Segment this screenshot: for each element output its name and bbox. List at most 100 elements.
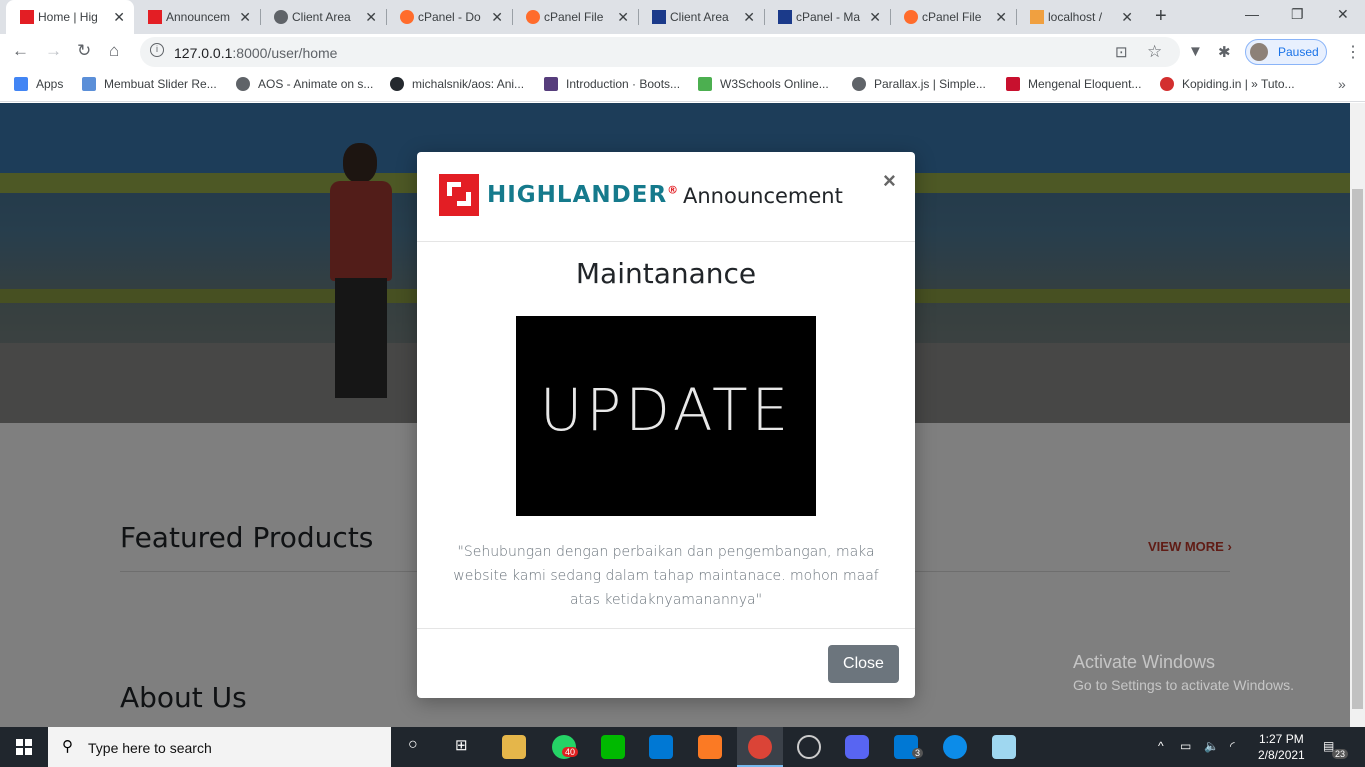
highlander-logo-icon <box>439 174 479 216</box>
battery-icon[interactable]: ▭ <box>1180 739 1191 753</box>
tab-label: Home | Hig <box>38 10 98 24</box>
edge-icon[interactable] <box>943 735 967 759</box>
bookmark-item[interactable]: Membuat Slider Re... <box>82 77 217 91</box>
mail-badge: 3 <box>912 748 924 758</box>
vscode-icon[interactable] <box>649 735 673 759</box>
app-icon[interactable] <box>992 735 1016 759</box>
close-tab-icon[interactable]: ✕ <box>491 9 503 26</box>
bookmark-star-icon[interactable]: ☆ <box>1147 42 1162 62</box>
modal-message: "Sehubungan dengan perbaikan dan pengemb… <box>453 544 879 608</box>
tab-label: cPanel - Do <box>418 10 481 24</box>
bookmark-label: Introduction · Boots... <box>566 77 681 91</box>
info-icon[interactable]: i <box>150 43 164 57</box>
bookmark-label: W3Schools Online... <box>720 77 829 91</box>
new-tab-icon[interactable]: + <box>1155 5 1167 28</box>
close-tab-icon[interactable]: ✕ <box>1121 9 1133 26</box>
globe-icon <box>274 10 288 24</box>
clock[interactable]: 1:27 PM 2/8/2021 <box>1258 731 1305 763</box>
bookmark-item[interactable]: W3Schools Online... <box>698 77 829 91</box>
brand-text: HIGHLANDER <box>487 182 668 208</box>
bookmark-icon <box>1006 77 1020 91</box>
image-text: UPDATE <box>539 376 793 444</box>
announcement-image: UPDATE <box>516 316 816 516</box>
menu-icon[interactable]: ⋮ <box>1345 42 1361 62</box>
bookmark-apps[interactable]: Apps <box>14 77 63 91</box>
tab-cpanel-file-2[interactable]: cPanel File ✕ <box>890 0 1016 34</box>
tab-announcement[interactable]: Announcem ✕ <box>134 0 260 34</box>
wifi-icon[interactable]: ◜ <box>1230 739 1235 753</box>
search-placeholder: Type here to search <box>88 740 212 756</box>
scrollbar-thumb[interactable] <box>1352 189 1363 709</box>
back-icon[interactable]: ← <box>12 41 29 61</box>
pma-icon <box>1030 10 1044 24</box>
extensions-icon[interactable]: ✱ <box>1218 43 1231 61</box>
restore-icon[interactable]: ❐ <box>1291 6 1304 23</box>
line-icon[interactable] <box>601 735 625 759</box>
url-text[interactable]: 127.0.0.1:8000/user/home <box>174 45 337 61</box>
task-view-icon[interactable]: ⊞ <box>455 736 468 754</box>
tab-client-area[interactable]: Client Area ✕ <box>260 0 386 34</box>
profile-button[interactable]: Paused <box>1245 39 1327 65</box>
vue-devtools-icon[interactable]: ▼ <box>1188 43 1203 60</box>
close-icon[interactable]: × <box>883 168 896 194</box>
windows-start-icon[interactable] <box>16 739 32 755</box>
tab-strip: Home | Hig ✕ Announcem ✕ Client Area ✕ c… <box>0 0 1365 34</box>
tab-localhost[interactable]: localhost / ✕ <box>1016 0 1142 34</box>
tab-label: Client Area <box>670 10 729 24</box>
tab-cpanel-manage[interactable]: cPanel - Ma ✕ <box>764 0 890 34</box>
modal-title: Maintanance <box>575 257 757 290</box>
obs-icon[interactable] <box>797 735 821 759</box>
search-icon: ⚲ <box>62 738 73 755</box>
bookmark-item[interactable]: Introduction · Boots... <box>544 77 680 91</box>
close-button[interactable]: Close <box>828 645 899 683</box>
bookmark-label: AOS - Animate on s... <box>258 77 374 91</box>
translate-icon[interactable]: ⊡ <box>1115 43 1128 61</box>
close-tab-icon[interactable]: ✕ <box>365 9 377 26</box>
close-tab-icon[interactable]: ✕ <box>743 9 755 26</box>
clock-time: 1:27 PM <box>1259 732 1304 746</box>
avatar <box>1250 43 1268 61</box>
tab-label: Client Area <box>292 10 351 24</box>
chrome-taskbar-button[interactable] <box>737 727 783 767</box>
discord-icon[interactable] <box>845 735 869 759</box>
close-tab-icon[interactable]: ✕ <box>995 9 1007 26</box>
bookmark-label: Apps <box>36 77 64 91</box>
address-bar[interactable]: i 127.0.0.1:8000/user/home ⊡ ☆ <box>140 37 1180 67</box>
chevron-up-icon[interactable]: ^ <box>1158 739 1164 753</box>
close-window-icon[interactable]: ✕ <box>1337 6 1349 23</box>
home-icon[interactable]: ⌂ <box>109 41 119 61</box>
xampp-icon[interactable] <box>698 735 722 759</box>
tab-label: cPanel - Ma <box>796 10 861 24</box>
bookmark-item[interactable]: Mengenal Eloquent... <box>1006 77 1141 91</box>
forward-icon[interactable]: → <box>45 41 62 61</box>
tab-home[interactable]: Home | Hig ✕ <box>6 0 134 34</box>
cpanel-icon <box>400 10 414 24</box>
whatsapp-badge: 40 <box>562 747 579 757</box>
close-tab-icon[interactable]: ✕ <box>239 9 251 26</box>
volume-icon[interactable]: 🔈 <box>1204 739 1219 753</box>
bookmark-icon <box>82 77 96 91</box>
page-scrollbar[interactable] <box>1350 103 1365 727</box>
taskbar-search[interactable]: ⚲ Type here to search <box>48 727 391 767</box>
bookmark-item[interactable]: Parallax.js | Simple... <box>852 77 986 91</box>
more-bookmarks-icon[interactable]: » <box>1338 76 1346 92</box>
close-tab-icon[interactable]: ✕ <box>113 9 125 26</box>
tab-cpanel-domains[interactable]: cPanel - Do ✕ <box>386 0 512 34</box>
highlander-icon <box>20 10 34 24</box>
close-tab-icon[interactable]: ✕ <box>617 9 629 26</box>
reload-icon[interactable]: ↻ <box>77 41 91 61</box>
notification-count: 23 <box>1332 749 1349 759</box>
profile-status: Paused <box>1278 45 1319 59</box>
tab-label: cPanel File <box>922 10 982 24</box>
bookmark-item[interactable]: AOS - Animate on s... <box>236 77 373 91</box>
cortana-icon[interactable]: ○ <box>408 736 418 754</box>
file-explorer-icon[interactable] <box>502 735 526 759</box>
minimize-icon[interactable]: — <box>1245 6 1259 22</box>
bookmark-label: Kopiding.in | » Tuto... <box>1182 77 1295 91</box>
tab-client-area-2[interactable]: Client Area ✕ <box>638 0 764 34</box>
bookmark-item[interactable]: michalsnik/aos: Ani... <box>390 77 524 91</box>
clock-date: 2/8/2021 <box>1258 748 1305 762</box>
bookmark-item[interactable]: Kopiding.in | » Tuto... <box>1160 77 1295 91</box>
close-tab-icon[interactable]: ✕ <box>869 9 881 26</box>
tab-cpanel-file[interactable]: cPanel File ✕ <box>512 0 638 34</box>
